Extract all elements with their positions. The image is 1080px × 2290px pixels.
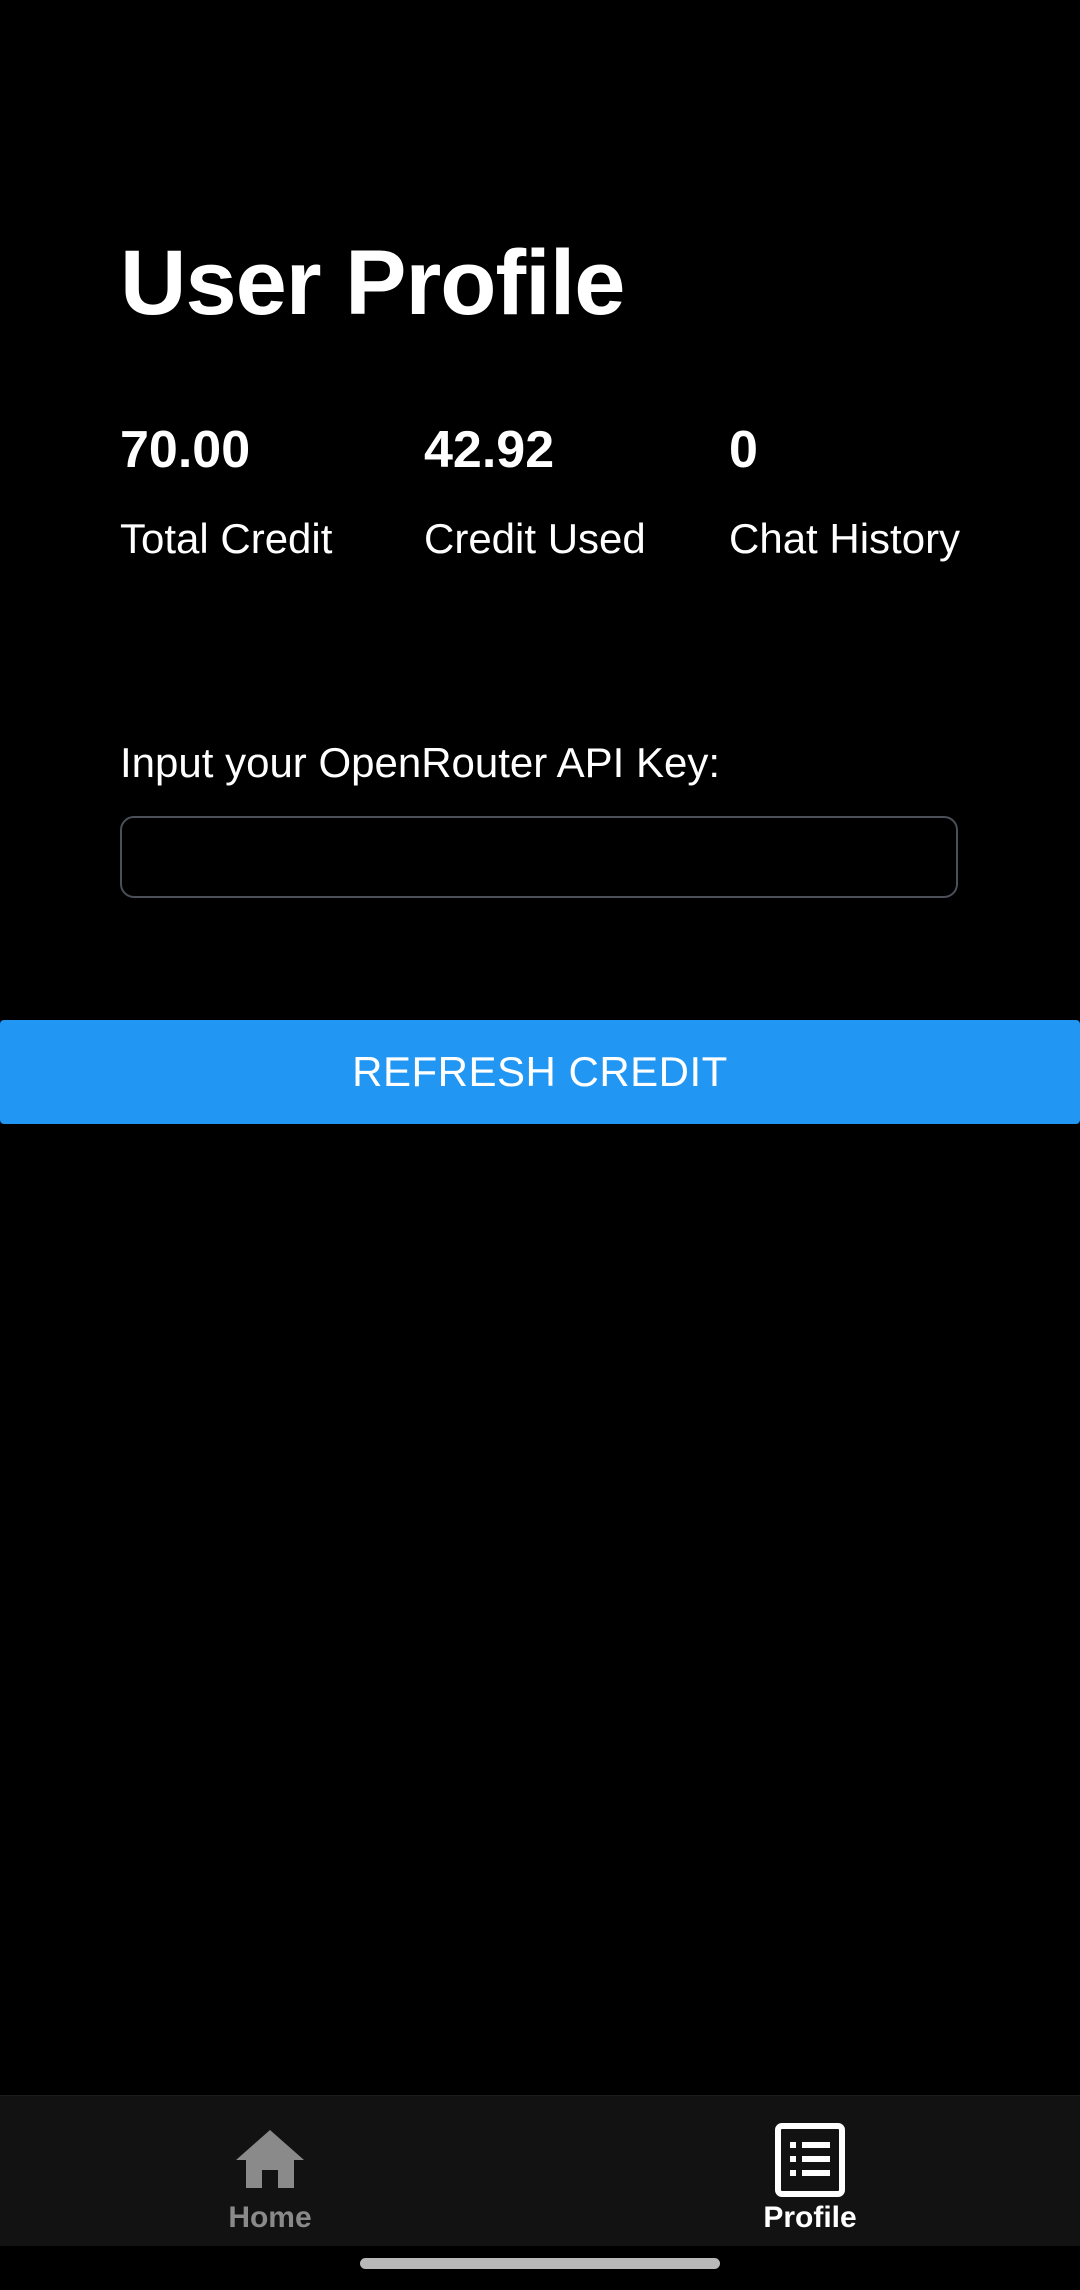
stats-row: 70.00 Total Credit 42.92 Credit Used 0 C… (120, 420, 980, 580)
stat-label: Credit Used (424, 515, 646, 562)
stat-label: Chat History (729, 515, 961, 562)
stat-value: 70.00 (120, 421, 251, 479)
list-icon (775, 2123, 845, 2197)
stat-value: 0 (729, 421, 758, 479)
home-indicator[interactable] (360, 2258, 720, 2269)
api-key-label: Input your OpenRouter API Key: (120, 739, 721, 786)
bottom-navigation: Home Profile (0, 2095, 1080, 2246)
api-key-input[interactable] (120, 816, 958, 898)
nav-item-profile[interactable]: Profile (540, 2096, 1080, 2246)
nav-item-home[interactable]: Home (0, 2096, 540, 2246)
stat-label: Total Credit (120, 515, 333, 562)
stat-chat-history: 0 Chat History (729, 420, 960, 564)
home-icon (236, 2130, 304, 2188)
stat-credit-used: 42.92 Credit Used (424, 420, 646, 564)
stat-total-credit: 70.00 Total Credit (120, 420, 332, 564)
nav-label-home: Home (228, 2201, 312, 2234)
stat-value: 42.92 (424, 421, 555, 479)
page-title: User Profile (120, 232, 625, 334)
refresh-credit-button[interactable]: REFRESH CREDIT (0, 1020, 1080, 1124)
nav-label-profile: Profile (763, 2201, 857, 2234)
